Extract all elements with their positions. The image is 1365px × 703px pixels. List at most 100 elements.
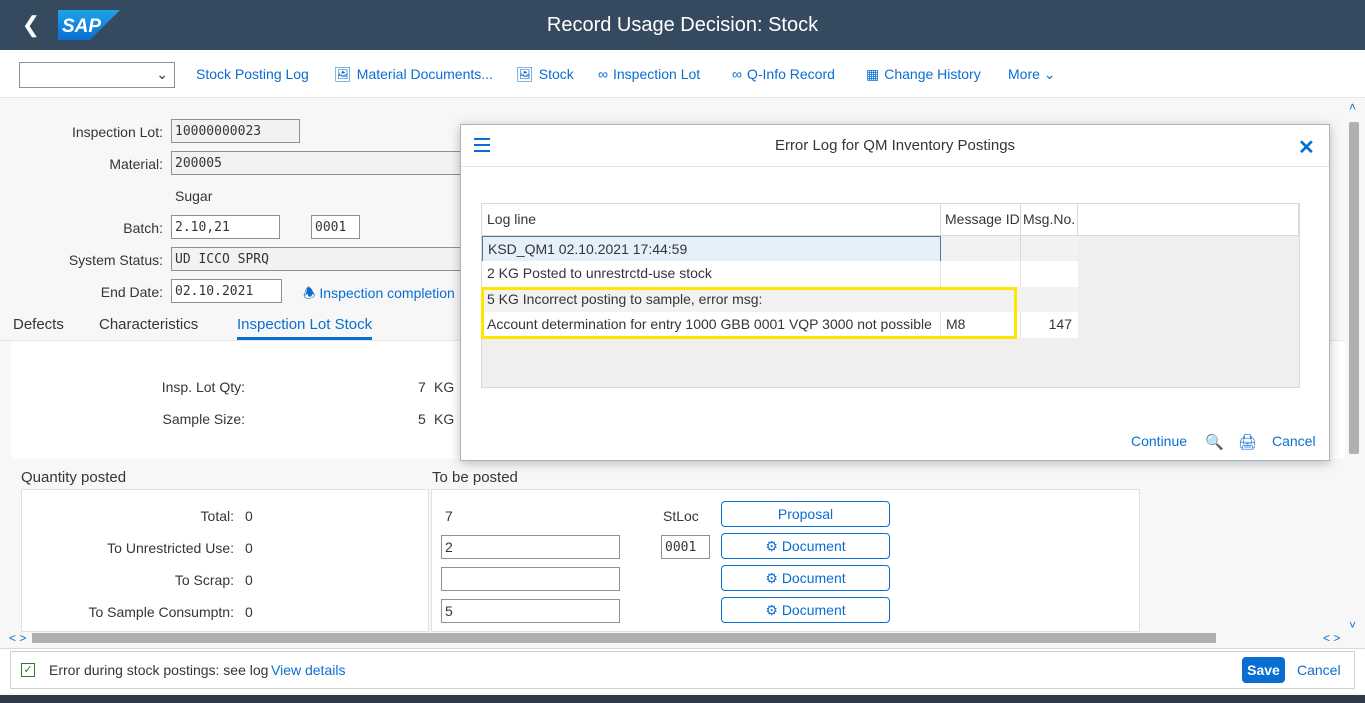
insp-lot-qty-label: Insp. Lot Qty: bbox=[161, 379, 245, 395]
view-details-link[interactable]: View details bbox=[271, 662, 345, 678]
scrap-qty-input[interactable] bbox=[441, 567, 620, 591]
button-label: Change History bbox=[884, 66, 981, 82]
sample-size-value: 5 bbox=[418, 411, 426, 427]
system-status-field[interactable]: UD ICCO SPRQ bbox=[171, 247, 461, 271]
proposal-button[interactable]: Proposal bbox=[721, 501, 890, 527]
save-button[interactable]: Save bbox=[1242, 657, 1285, 683]
inspection-lot-field[interactable]: 10000000023 bbox=[171, 119, 300, 143]
button-label: More bbox=[1008, 66, 1040, 82]
column-header-msg-no[interactable]: Msg.No. bbox=[1021, 204, 1078, 236]
stock-posting-log-button[interactable]: Stock Posting Log bbox=[196, 66, 309, 82]
to-unrestricted-value: 0 bbox=[245, 540, 253, 556]
end-date-label: End Date: bbox=[100, 284, 163, 300]
glasses-icon: ∞ bbox=[732, 66, 742, 82]
close-icon[interactable]: ✕ bbox=[1298, 135, 1315, 160]
to-scrap-label: To Scrap: bbox=[174, 572, 234, 588]
end-date-field[interactable]: 02.10.2021 bbox=[171, 279, 282, 303]
to-sample-consumption-value: 0 bbox=[245, 604, 253, 620]
variant-select[interactable]: ⌄ bbox=[19, 62, 175, 88]
to-be-posted-total: 7 bbox=[445, 508, 453, 524]
document-icon: ⚙ bbox=[765, 538, 778, 554]
history-icon: ▦ bbox=[866, 66, 880, 82]
bottom-edge bbox=[0, 695, 1365, 703]
link-label: Inspection completion bbox=[319, 285, 455, 301]
insp-lot-qty-unit: KG bbox=[434, 379, 455, 395]
to-be-posted-title: To be posted bbox=[432, 469, 518, 486]
total-value: 0 bbox=[245, 508, 253, 524]
document-button[interactable]: ⚙ Document bbox=[721, 565, 890, 591]
app-title: Record Usage Decision: Stock bbox=[546, 14, 819, 36]
sample-qty-input[interactable]: 5 bbox=[441, 599, 620, 623]
inspection-lot-label: Inspection Lot: bbox=[71, 124, 163, 140]
status-message: Error during stock postings: see log bbox=[49, 662, 269, 678]
horizontal-scroll-thumb[interactable] bbox=[32, 633, 1216, 643]
document-button[interactable]: ⚙ Document bbox=[721, 533, 890, 559]
chevron-down-icon: ⌄ bbox=[156, 66, 168, 82]
button-label: Stock bbox=[538, 66, 574, 82]
batch-extra-field[interactable]: 0001 bbox=[311, 215, 360, 239]
button-label: Stock Posting Log bbox=[196, 66, 309, 82]
inspection-completion-link[interactable]: 🕭 Inspection completion bbox=[303, 283, 455, 307]
to-scrap-value: 0 bbox=[245, 572, 253, 588]
print-icon[interactable]: 🖨 bbox=[1238, 433, 1257, 451]
scroll-up-icon[interactable]: ˄ bbox=[1349, 100, 1356, 114]
stock-button[interactable]: 🖼 Stock bbox=[516, 66, 574, 83]
batch-label: Batch: bbox=[123, 220, 163, 236]
table-row-msgno: 147 bbox=[1021, 312, 1078, 338]
total-label: Total: bbox=[200, 508, 234, 524]
table-row-msgno bbox=[1021, 287, 1078, 313]
button-label: Document bbox=[781, 570, 846, 586]
material-field[interactable]: 200005 bbox=[171, 151, 461, 175]
image-icon: 🖼 bbox=[334, 66, 352, 82]
material-documents-button[interactable]: 🖼 Material Documents... bbox=[334, 66, 493, 83]
insp-lot-qty-value: 7 bbox=[418, 379, 426, 395]
column-header-empty bbox=[1078, 204, 1299, 236]
vertical-scroll-thumb[interactable] bbox=[1349, 122, 1359, 454]
system-status-label: System Status: bbox=[68, 252, 163, 268]
scroll-right-icon[interactable]: ˂ ˃ bbox=[1323, 631, 1340, 645]
to-unrestricted-label: To Unrestricted Use: bbox=[107, 540, 234, 556]
stloc-input[interactable]: 0001 bbox=[661, 535, 710, 559]
scroll-left-icon[interactable]: ˂ ˃ bbox=[9, 631, 26, 645]
button-label: Document bbox=[781, 602, 846, 618]
table-row-msgno bbox=[1021, 261, 1078, 287]
glasses-icon: ∞ bbox=[598, 66, 608, 82]
material-description: Sugar bbox=[175, 188, 213, 204]
column-header-message-id[interactable]: Message ID bbox=[941, 204, 1021, 236]
tab-characteristics[interactable]: Characteristics bbox=[99, 316, 198, 333]
search-icon[interactable]: 🔍 bbox=[1205, 433, 1224, 451]
unrestricted-qty-input[interactable]: 2 bbox=[441, 535, 620, 559]
tab-defects[interactable]: Defects bbox=[13, 316, 64, 333]
tab-inspection-lot-stock[interactable]: Inspection Lot Stock bbox=[237, 316, 373, 340]
batch-field[interactable]: 2.10,21 bbox=[171, 215, 280, 239]
table-row-log[interactable]: KSD_QM1 02.10.2021 17:44:59 bbox=[482, 236, 941, 262]
to-sample-consumption-label: To Sample Consumptn: bbox=[88, 604, 234, 620]
document-icon: ⚙ bbox=[765, 602, 778, 618]
table-row-log[interactable]: 2 KG Posted to unrestrctd-use stock bbox=[482, 261, 941, 287]
material-label: Material: bbox=[109, 156, 163, 172]
change-history-button[interactable]: ▦ Change History bbox=[866, 66, 981, 83]
inspection-lot-button[interactable]: ∞ Inspection Lot bbox=[598, 66, 700, 82]
sample-size-label: Sample Size: bbox=[162, 411, 245, 427]
dialog-cancel-button[interactable]: Cancel bbox=[1272, 433, 1316, 449]
button-label: Document bbox=[781, 538, 846, 554]
chevron-down-icon: ⌄ bbox=[1043, 66, 1056, 82]
table-row-msgid bbox=[941, 261, 1021, 287]
highlight-box bbox=[481, 287, 1017, 339]
more-button[interactable]: More ⌄ bbox=[1008, 66, 1056, 83]
quantity-posted-title: Quantity posted bbox=[21, 469, 127, 486]
stloc-label: StLoc bbox=[663, 508, 699, 524]
button-label: Q-Info Record bbox=[746, 66, 835, 82]
q-info-record-button[interactable]: ∞ Q-Info Record bbox=[732, 66, 835, 82]
success-check-icon: ✓ bbox=[21, 663, 35, 677]
sample-size-unit: KG bbox=[434, 411, 455, 427]
column-header-log-line[interactable]: Log line bbox=[482, 204, 941, 236]
cancel-button[interactable]: Cancel bbox=[1297, 662, 1341, 678]
document-button[interactable]: ⚙ Document bbox=[721, 597, 890, 623]
continue-button[interactable]: Continue bbox=[1131, 433, 1187, 449]
table-row-msgid bbox=[941, 236, 1021, 262]
table-row-msgno bbox=[1021, 236, 1078, 262]
scroll-down-icon[interactable]: ˅ bbox=[1349, 618, 1356, 632]
button-label: Inspection Lot bbox=[612, 66, 701, 82]
bell-icon: 🕭 bbox=[303, 285, 316, 301]
